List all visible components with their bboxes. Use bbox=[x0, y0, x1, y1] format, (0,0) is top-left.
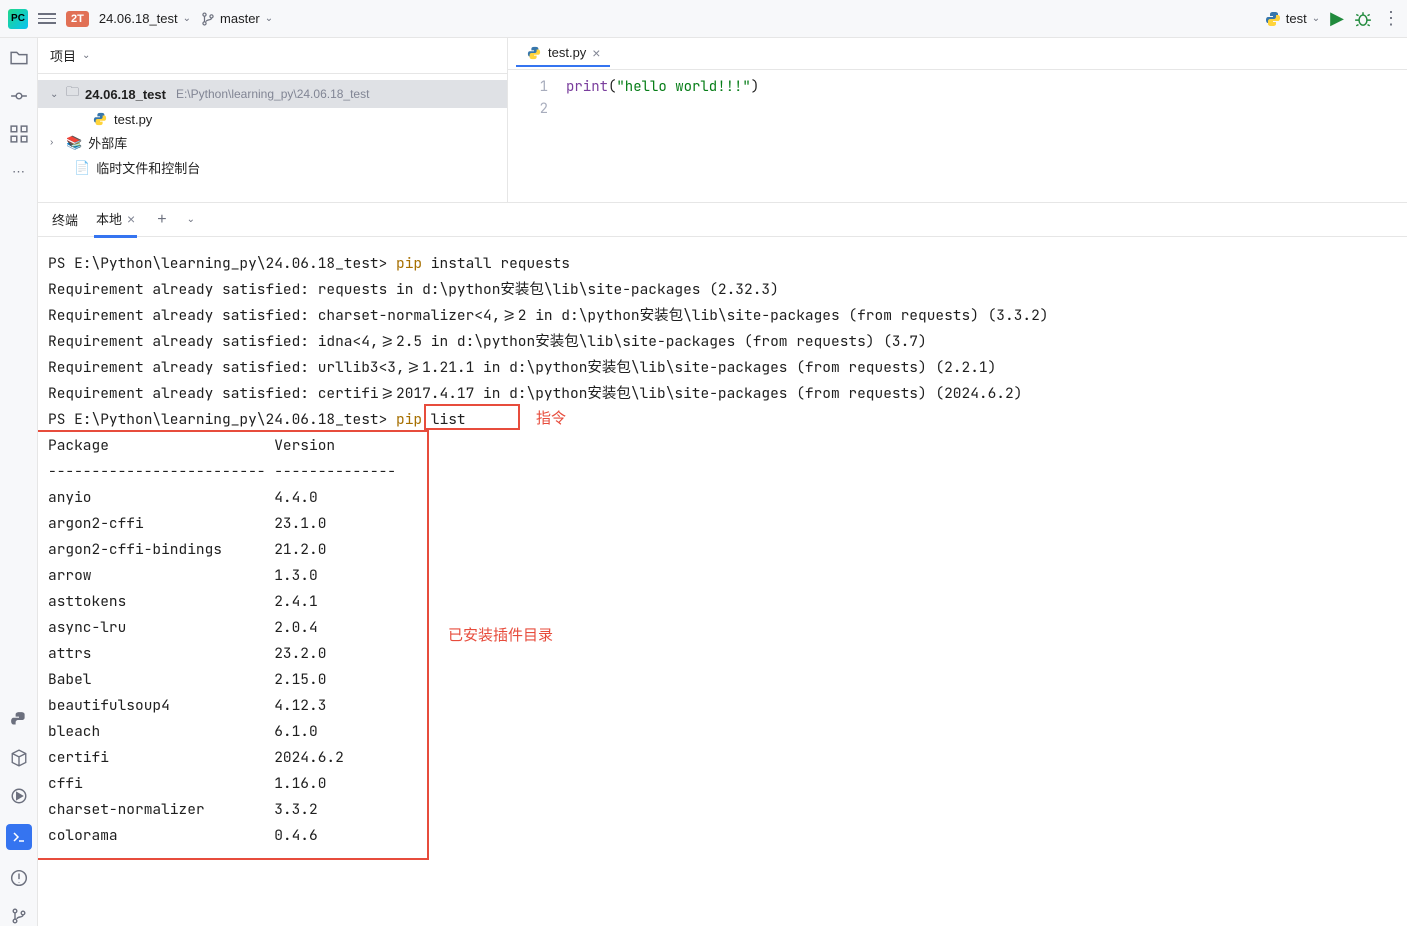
left-tool-rail: ⋯ bbox=[0, 38, 38, 926]
chevron-down-icon: ⌄ bbox=[82, 50, 90, 61]
python-file-icon bbox=[92, 111, 108, 127]
structure-tool-icon[interactable] bbox=[9, 124, 29, 144]
scratches-icon: 📄 bbox=[74, 160, 90, 176]
editor-tab-bar: test.py × bbox=[508, 38, 1407, 70]
project-name-label: 24.06.18_test bbox=[99, 11, 178, 26]
close-tab-icon[interactable]: × bbox=[592, 45, 600, 61]
caret-down-icon: ⌄ bbox=[50, 89, 60, 100]
project-panel: 项目 ⌄ ⌄ 🗀 24.06.18_test E:\Python\learnin… bbox=[38, 38, 508, 202]
project-tool-icon[interactable] bbox=[9, 48, 29, 68]
more-tool-icon[interactable]: ⋯ bbox=[9, 162, 29, 182]
commit-tool-icon[interactable] bbox=[9, 86, 29, 106]
code-editor[interactable]: 1 2 print("hello world!!!") bbox=[508, 70, 1407, 202]
main-menu-icon[interactable] bbox=[38, 13, 56, 24]
chevron-down-icon: ⌄ bbox=[1312, 13, 1320, 24]
tree-root-path: E:\Python\learning_py\24.06.18_test bbox=[176, 87, 369, 101]
project-panel-title: 项目 bbox=[50, 46, 76, 65]
tree-root-name: 24.06.18_test bbox=[85, 87, 166, 102]
more-actions-icon[interactable]: ⋮ bbox=[1382, 8, 1399, 29]
run-button[interactable]: ▶ bbox=[1330, 8, 1344, 29]
libs-icon: 📚 bbox=[66, 135, 82, 151]
tree-project-root[interactable]: ⌄ 🗀 24.06.18_test E:\Python\learning_py\… bbox=[38, 80, 507, 108]
debug-button[interactable] bbox=[1354, 10, 1372, 28]
code-string: "hello world!!!" bbox=[616, 78, 750, 96]
services-tool-icon[interactable] bbox=[9, 786, 29, 806]
line-number: 1 bbox=[508, 76, 548, 98]
editor-tab-label: test.py bbox=[548, 45, 586, 60]
vcs-tool-icon[interactable] bbox=[9, 906, 29, 926]
python-icon bbox=[1265, 11, 1281, 27]
vcs-branch-selector[interactable]: master ⌄ bbox=[201, 11, 273, 26]
add-terminal-icon[interactable]: + bbox=[157, 211, 166, 229]
chevron-down-icon: ⌄ bbox=[265, 13, 273, 24]
python-console-icon[interactable] bbox=[9, 710, 29, 730]
chevron-down-icon: ⌄ bbox=[183, 13, 191, 24]
editor-tab[interactable]: test.py × bbox=[516, 41, 610, 67]
packages-tool-icon[interactable] bbox=[9, 748, 29, 768]
problems-tool-icon[interactable] bbox=[9, 868, 29, 888]
tree-file-label: test.py bbox=[114, 112, 152, 127]
project-panel-header[interactable]: 项目 ⌄ bbox=[38, 38, 507, 74]
code-content: print("hello world!!!") bbox=[558, 70, 1407, 202]
run-config-selector[interactable]: test ⌄ bbox=[1265, 11, 1320, 27]
main-toolbar: PC 2T 24.06.18_test ⌄ master ⌄ test ⌄ ▶ … bbox=[0, 0, 1407, 38]
project-selector[interactable]: 24.06.18_test ⌄ bbox=[99, 11, 191, 26]
caret-right-icon: › bbox=[50, 137, 60, 148]
project-tree: ⌄ 🗀 24.06.18_test E:\Python\learning_py\… bbox=[38, 74, 507, 186]
editor-area: test.py × 1 2 print("hello world!!!") bbox=[508, 38, 1407, 202]
tree-scratches[interactable]: 📄 临时文件和控制台 bbox=[38, 155, 507, 180]
branch-icon bbox=[201, 12, 215, 26]
editor-gutter: 1 2 bbox=[508, 70, 558, 202]
terminal-local-label: 本地 bbox=[96, 212, 122, 227]
close-tab-icon[interactable]: × bbox=[127, 211, 135, 227]
run-config-label: test bbox=[1286, 11, 1307, 26]
folder-icon: 🗀 bbox=[66, 83, 79, 105]
terminal-main-tab[interactable]: 终端 bbox=[50, 203, 80, 236]
chevron-down-icon[interactable]: ⌄ bbox=[187, 214, 195, 225]
tree-external-libs[interactable]: › 📚 外部库 bbox=[38, 130, 507, 155]
terminal-output[interactable]: PS E:\Python\learning_py\24.06.18_test> … bbox=[38, 237, 1407, 926]
tree-ext-libs-label: 外部库 bbox=[88, 133, 127, 152]
project-badge: 2T bbox=[66, 11, 89, 27]
terminal-panel: 终端 本地 × + ⌄ PS E:\Python\learning_py\24.0… bbox=[38, 203, 1407, 926]
terminal-tool-icon[interactable] bbox=[6, 824, 32, 850]
python-file-icon bbox=[526, 45, 542, 61]
terminal-tab-bar: 终端 本地 × + ⌄ bbox=[38, 203, 1407, 237]
tree-file-item[interactable]: test.py bbox=[38, 108, 507, 130]
terminal-local-tab[interactable]: 本地 × bbox=[94, 203, 137, 238]
line-number: 2 bbox=[508, 98, 548, 120]
app-logo-icon: PC bbox=[8, 9, 28, 29]
tree-scratches-label: 临时文件和控制台 bbox=[96, 158, 200, 177]
branch-name-label: master bbox=[220, 11, 260, 26]
code-fn: print bbox=[566, 78, 608, 96]
